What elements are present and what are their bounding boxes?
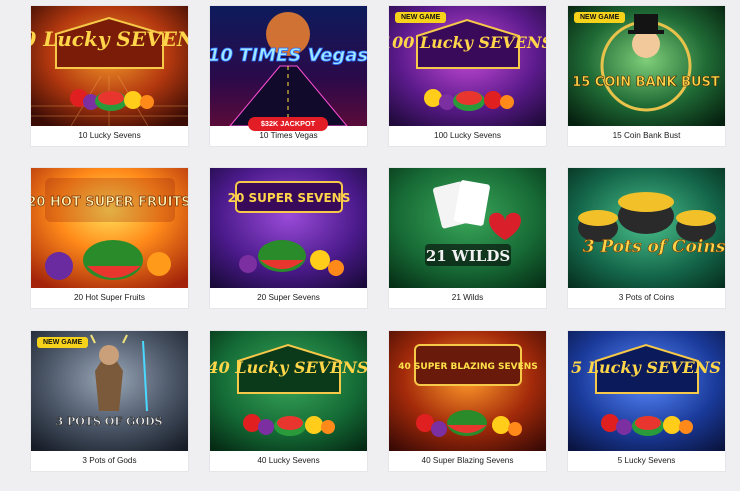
game-card-100-lucky-sevens[interactable]: 100 Lucky SEVENS NEW GAME 100 Lucky Seve… <box>389 6 546 146</box>
game-thumbnail[interactable]: 10 TIMES Vegas <box>210 6 367 126</box>
game-thumbnail[interactable]: 10 Lucky SEVENS <box>31 6 188 126</box>
game-art-3-pots-of-gods: 3 POTS OF GODS <box>31 331 188 451</box>
game-art-40-super-blazing-sevens: 40 SUPER BLAZING SEVENS <box>389 331 546 451</box>
game-name[interactable]: 15 Coin Bank Bust <box>568 126 725 146</box>
game-name[interactable]: 10 Times Vegas <box>210 126 367 146</box>
game-art-10-lucky-sevens: 10 Lucky SEVENS <box>31 6 188 126</box>
game-name[interactable]: 20 Super Sevens <box>210 288 367 308</box>
game-art-15-coin-bank-bust: 15 COIN BANK BUST <box>568 6 725 126</box>
game-name[interactable]: 3 Pots of Coins <box>568 288 725 308</box>
game-thumbnail[interactable]: 20 SUPER SEVENS <box>210 168 367 288</box>
art-title: 20 SUPER SEVENS <box>228 191 351 205</box>
art-title: 20 HOT SUPER FRUITS <box>31 195 188 210</box>
art-title: 10 TIMES Vegas <box>210 45 367 66</box>
game-art-3-pots-of-coins: 3 Pots of Coins <box>568 168 725 288</box>
game-thumbnail[interactable]: 20 HOT SUPER FRUITS <box>31 168 188 288</box>
art-title: 5 Lucky SEVENS <box>571 358 721 377</box>
game-art-40-lucky-sevens: 40 Lucky SEVENS <box>210 331 367 451</box>
art-title: 21 WILDS <box>426 247 510 265</box>
game-thumbnail[interactable]: 100 Lucky SEVENS <box>389 6 546 126</box>
game-name[interactable]: 40 Lucky Sevens <box>210 451 367 471</box>
game-card-10-lucky-sevens[interactable]: 10 Lucky SEVENS 10 Lucky Sevens <box>31 6 188 146</box>
new-game-badge: NEW GAME <box>37 337 89 348</box>
game-art-5-lucky-sevens: 5 Lucky SEVENS <box>568 331 725 451</box>
new-game-badge: NEW GAME <box>574 12 626 23</box>
game-card-3-pots-of-coins[interactable]: 3 Pots of Coins 3 Pots of Coins <box>568 168 725 308</box>
game-grid: 10 Lucky SEVENS 10 Lucky Sevens 10 TIM <box>0 0 740 491</box>
game-thumbnail[interactable]: 3 POTS OF GODS <box>31 331 188 451</box>
game-name[interactable]: 21 Wilds <box>389 288 546 308</box>
game-thumbnail[interactable]: 5 Lucky SEVENS <box>568 331 725 451</box>
game-art-20-super-sevens: 20 SUPER SEVENS <box>210 168 367 288</box>
art-title-top: 10 Lucky SEVENS <box>31 27 188 51</box>
game-name[interactable]: 3 Pots of Gods <box>31 451 188 471</box>
game-thumbnail[interactable]: 40 SUPER BLAZING SEVENS <box>389 331 546 451</box>
game-name[interactable]: 20 Hot Super Fruits <box>31 288 188 308</box>
game-card-21-wilds[interactable]: 21 WILDS 21 Wilds <box>389 168 546 308</box>
game-card-20-hot-super-fruits[interactable]: 20 HOT SUPER FRUITS 20 Hot Super Fruits <box>31 168 188 308</box>
game-thumbnail[interactable]: 21 WILDS <box>389 168 546 288</box>
next-row-edge <box>0 483 740 491</box>
game-card-5-lucky-sevens[interactable]: 5 Lucky SEVENS 5 Lucky Sevens <box>568 331 725 471</box>
game-art-20-hot-super-fruits: 20 HOT SUPER FRUITS <box>31 168 188 288</box>
game-card-40-lucky-sevens[interactable]: 40 Lucky SEVENS 40 Lucky Sevens <box>210 331 367 471</box>
game-art-10-times-vegas: 10 TIMES Vegas <box>210 6 367 126</box>
art-title: 15 COIN BANK BUST <box>572 75 720 90</box>
game-thumbnail[interactable]: 3 Pots of Coins <box>568 168 725 288</box>
game-card-3-pots-of-gods[interactable]: 3 POTS OF GODS NEW GAME 3 Pots of Gods <box>31 331 188 471</box>
game-name[interactable]: 40 Super Blazing Sevens <box>389 451 546 471</box>
game-name[interactable]: 5 Lucky Sevens <box>568 451 725 471</box>
art-title: 40 SUPER BLAZING SEVENS <box>398 362 538 372</box>
art-title: 3 POTS OF GODS <box>56 415 163 428</box>
art-title: 3 Pots of Coins <box>583 237 725 257</box>
game-art-100-lucky-sevens: 100 Lucky SEVENS <box>389 6 546 126</box>
art-title: 40 Lucky SEVENS <box>210 358 367 377</box>
game-thumbnail[interactable]: 15 COIN BANK BUST <box>568 6 725 126</box>
game-name[interactable]: 100 Lucky Sevens <box>389 126 546 146</box>
game-card-15-coin-bank-bust[interactable]: 15 COIN BANK BUST NEW GAME 15 Coin Bank … <box>568 6 725 146</box>
game-art-21-wilds: 21 WILDS <box>389 168 546 288</box>
art-title: 100 Lucky SEVENS <box>389 33 546 52</box>
game-card-10-times-vegas[interactable]: 10 TIMES Vegas $32K JACKPOT 10 Times Veg… <box>210 6 367 146</box>
game-thumbnail[interactable]: 40 Lucky SEVENS <box>210 331 367 451</box>
game-name[interactable]: 10 Lucky Sevens <box>31 126 188 146</box>
game-card-40-super-blazing-sevens[interactable]: 40 SUPER BLAZING SEVENS 40 Super Blazing… <box>389 331 546 471</box>
game-card-20-super-sevens[interactable]: 20 SUPER SEVENS 20 Super Sevens <box>210 168 367 308</box>
new-game-badge: NEW GAME <box>395 12 447 23</box>
